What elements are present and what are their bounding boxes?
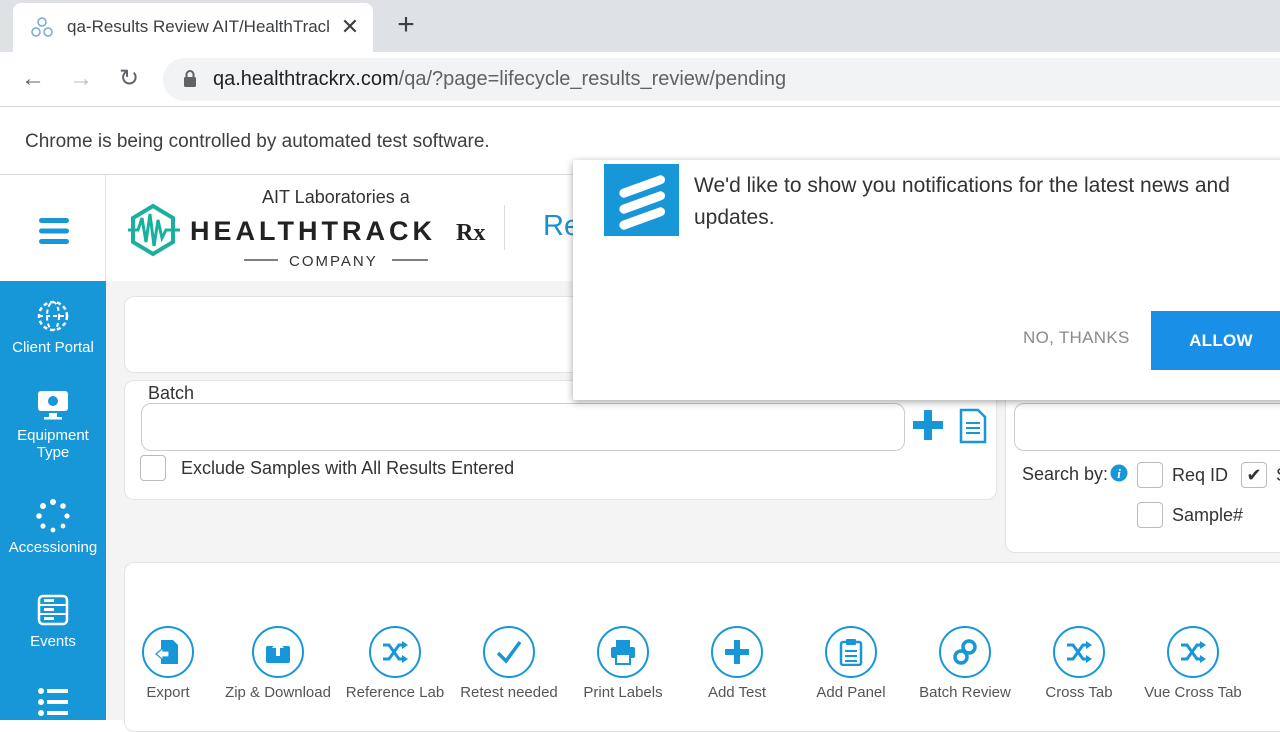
action-label: Print Labels xyxy=(583,684,663,701)
infobar-text: Chrome is being controlled by automated … xyxy=(25,131,490,152)
sidebar-item-list[interactable] xyxy=(0,685,106,725)
notification-message: We'd like to show you notifications for … xyxy=(694,174,1230,229)
add-panel-button[interactable]: Add Panel xyxy=(791,626,911,701)
req-id-label: Req ID xyxy=(1172,465,1229,485)
batch-input[interactable] xyxy=(141,403,905,451)
logo-brand-text: HEALTHTRACK xyxy=(190,216,436,246)
notification-prompt: We'd like to show you notifications for … xyxy=(573,160,1280,400)
action-label: Export xyxy=(146,684,190,701)
action-label: Vue Cross Tab xyxy=(1144,684,1242,701)
export-button[interactable]: Export xyxy=(108,626,228,701)
browser-tab[interactable]: qa-Results Review AIT/HealthTrack ✕ xyxy=(13,3,373,52)
vue-cross-tab-button[interactable]: Vue Cross Tab xyxy=(1133,626,1253,701)
exclude-samples-label: Exclude Samples with All Results Entered xyxy=(181,458,515,478)
batch-label: Batch xyxy=(148,383,195,403)
tab-close-icon[interactable]: ✕ xyxy=(339,14,361,40)
lock-icon xyxy=(184,70,196,87)
shuffle-icon xyxy=(1067,641,1092,663)
printer-icon xyxy=(611,640,635,665)
logo-top-text: AIT Laboratories a xyxy=(262,187,411,207)
req-id-checkbox[interactable] xyxy=(1137,462,1163,488)
action-label: Batch Review xyxy=(919,684,1011,701)
print-labels-button[interactable]: Print Labels xyxy=(563,626,683,701)
logo-company-text: COMPANY xyxy=(289,253,378,270)
s-checkbox-checked[interactable]: ✔ xyxy=(1241,462,1267,488)
notification-logo xyxy=(604,164,679,236)
s-label: S xyxy=(1276,465,1280,486)
plus-icon xyxy=(725,640,749,664)
url-path: /qa/?page=lifecycle_results_review/pendi… xyxy=(398,68,787,90)
add-test-button[interactable]: Add Test xyxy=(677,626,797,701)
site-favicon-icon xyxy=(31,17,53,37)
action-label: Retest needed xyxy=(460,684,558,701)
shuffle-icon xyxy=(383,641,408,663)
spinner-icon xyxy=(36,499,70,533)
action-label: Add Test xyxy=(707,684,767,701)
menu-toggle[interactable] xyxy=(0,175,106,281)
sidebar-item-events[interactable]: Events xyxy=(0,593,106,650)
address-bar[interactable]: qa.healthtrackrx.com/qa/?page=lifecycle_… xyxy=(163,58,1280,101)
tab-title: qa-Results Review AIT/HealthTrack xyxy=(67,17,329,36)
sidebar-item-equipment-type[interactable]: Equipment Type xyxy=(0,387,106,461)
exclude-samples-checkbox[interactable] xyxy=(140,455,166,481)
zip-download-button[interactable]: Zip & Download xyxy=(218,626,338,701)
monitor-icon xyxy=(38,391,68,420)
allow-button[interactable]: ALLOW xyxy=(1151,311,1280,370)
back-arrow-icon[interactable]: ← xyxy=(18,64,48,94)
list-icon xyxy=(38,688,68,716)
logo-rx-text: Rx xyxy=(456,220,485,246)
action-label: Add Panel xyxy=(816,684,886,701)
forward-arrow-icon[interactable]: → xyxy=(66,64,96,94)
cross-tab-button[interactable]: Cross Tab xyxy=(1019,626,1139,701)
reload-icon[interactable]: ↻ xyxy=(114,64,144,94)
url-text: qa.healthtrackrx.com/qa/?page=lifecycle_… xyxy=(213,68,786,91)
check-icon xyxy=(496,640,522,664)
sidebar-item-accessioning[interactable]: Accessioning xyxy=(0,499,106,556)
search-by-label: Search by: xyxy=(1022,464,1109,484)
action-label: Cross Tab xyxy=(1045,684,1113,701)
shuffle-icon xyxy=(1181,641,1206,663)
document-icon[interactable] xyxy=(958,408,988,444)
batch-review-button[interactable]: Batch Review xyxy=(905,626,1025,701)
new-tab-icon[interactable]: + xyxy=(393,10,419,40)
no-thanks-button[interactable]: NO, THANKS xyxy=(1023,328,1130,348)
sidebar: Client Portal Equipment Type Accessionin… xyxy=(0,281,106,720)
sidebar-item-client-portal[interactable]: Client Portal xyxy=(0,299,106,356)
action-label: Reference Lab xyxy=(345,684,445,701)
reference-lab-button[interactable]: Reference Lab xyxy=(335,626,455,701)
action-label: Zip & Download xyxy=(225,684,331,701)
retest-needed-button[interactable]: Retest needed xyxy=(449,626,569,701)
sample-number-checkbox[interactable] xyxy=(1137,502,1163,528)
upload-icon xyxy=(266,641,290,663)
sidebar-item-label: Events xyxy=(30,633,76,650)
sidebar-item-label: Client Portal xyxy=(12,339,94,356)
sidebar-item-label: Accessioning xyxy=(8,539,98,556)
link-icon xyxy=(953,639,977,665)
stripes-icon xyxy=(619,175,665,230)
sample-number-label: Sample# xyxy=(1172,505,1244,525)
search-input[interactable] xyxy=(1014,403,1280,451)
sidebar-item-label: Equipment Type xyxy=(17,427,89,461)
export-icon xyxy=(155,640,178,664)
header-divider xyxy=(504,205,505,250)
hamburger-menu-icon xyxy=(39,218,69,244)
globe-icon xyxy=(37,300,69,332)
clipboard-icon xyxy=(839,639,863,666)
healthtrackrx-logo: AIT Laboratories a HEALTHTRACK Rx COMPAN… xyxy=(128,187,485,270)
url-host: qa.healthtrackrx.com xyxy=(213,68,399,90)
server-icon xyxy=(37,594,69,626)
svg-text:i: i xyxy=(1117,466,1121,481)
info-icon[interactable]: i xyxy=(1110,464,1128,482)
add-batch-icon[interactable] xyxy=(911,408,945,442)
browser-toolbar: ← → ↻ qa.healthtrackrx.com/qa/?page=life… xyxy=(0,52,1280,107)
top-card xyxy=(124,296,594,373)
